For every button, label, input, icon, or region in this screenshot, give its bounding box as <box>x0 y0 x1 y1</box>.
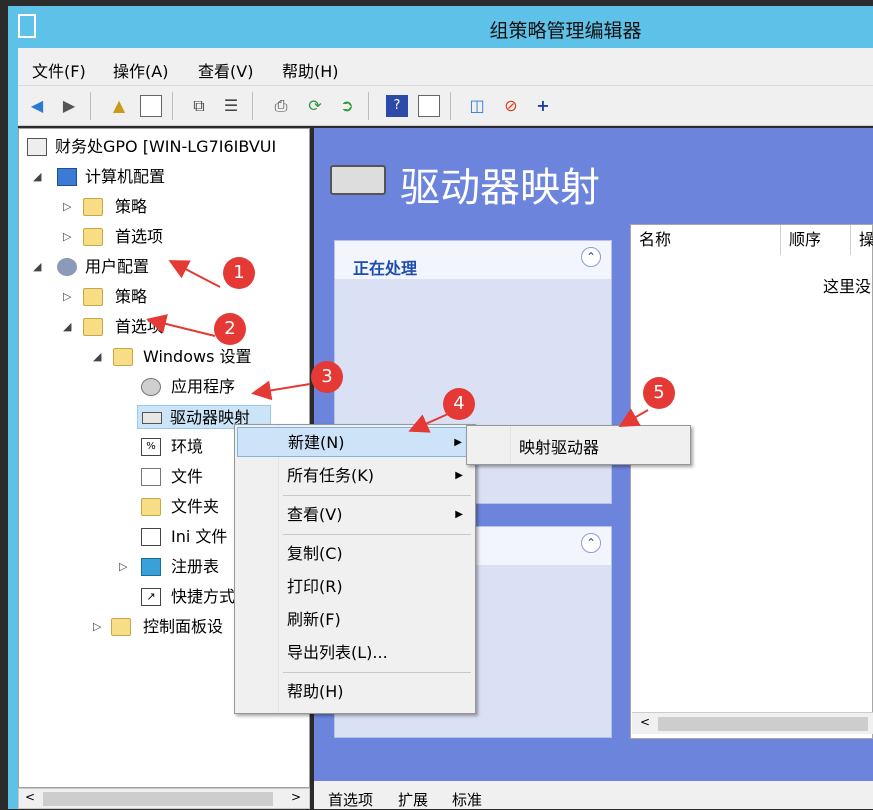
annotation-arrow-4 <box>408 413 449 433</box>
annotation-arrow-5 <box>618 408 649 427</box>
annotation-badge-3: 3 <box>311 361 343 393</box>
annotation-arrow-3 <box>251 380 311 401</box>
annotation-badge-2: 2 <box>214 313 246 345</box>
annotation-badge-1: 1 <box>223 257 255 289</box>
annotation-badge-5: 5 <box>643 377 675 409</box>
annotation-arrow-2 <box>146 314 216 337</box>
annotation-badge-4: 4 <box>443 388 475 420</box>
annotation-arrows <box>146 260 649 433</box>
annotation-arrow-1 <box>168 260 221 288</box>
